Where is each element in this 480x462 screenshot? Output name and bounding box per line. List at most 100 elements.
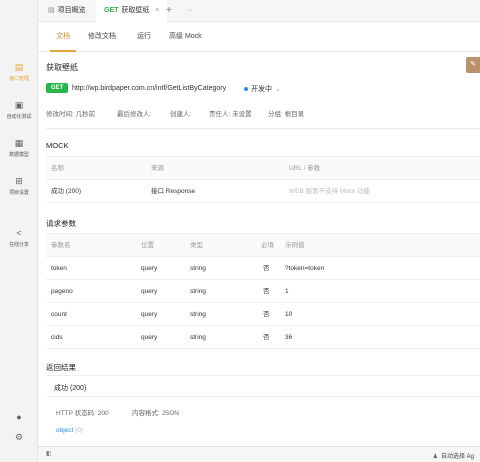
sidebar-item-autotest[interactable]: ▣ 自动化测试 <box>0 100 38 120</box>
bottom-status-bar: ◧ ♟ 自动选择 Ag <box>38 446 480 462</box>
subtab-edit-doc[interactable]: 修改文档 <box>88 22 116 52</box>
param-required: 否 <box>263 311 270 318</box>
column-header: 来源 <box>151 165 164 172</box>
subtab-label: 高级 Mock <box>169 33 202 40</box>
left-sidebar: ▤ 接口管理 ▣ 自动化测试 ▦ 数据模型 ⊞ 项目设置 < 在线分享 ● ⚙ <box>0 0 38 462</box>
divider <box>46 396 480 397</box>
sidebar-item-label: 自动化测试 <box>6 114 32 120</box>
more-icon: ··· <box>186 7 193 14</box>
add-tab-button[interactable]: + <box>166 0 172 22</box>
get-badge: GET <box>46 83 69 93</box>
api-method-badge: GET <box>46 83 69 93</box>
subtab-run[interactable]: 运行 <box>137 22 151 52</box>
plus-icon: + <box>166 5 172 16</box>
test-icon: ▣ <box>14 100 24 110</box>
subtab-label: 运行 <box>137 33 151 40</box>
meta-last-editor: 最后修改人: <box>117 111 152 118</box>
root-extra: {0} <box>75 427 84 434</box>
panel-toggle-icon[interactable]: ◧ <box>46 450 52 457</box>
params-section-title: 请求参数 <box>46 219 76 228</box>
response-section-title: 返回结果 <box>46 363 76 372</box>
doc-subtabs: 文档 修改文档 运行 高级 Mock <box>38 22 480 52</box>
params-table: 参数名 位置 类型 必填 示例值 token query string 否 ?t… <box>46 233 480 349</box>
action-button[interactable]: ✎ <box>466 57 480 73</box>
sidebar-item-label: 数据模型 <box>9 152 29 158</box>
param-location: query <box>141 288 158 295</box>
root-type: object <box>56 427 74 434</box>
column-header: 类型 <box>190 242 203 249</box>
http-status: HTTP 状态码: 200 <box>56 410 109 417</box>
settings-button[interactable]: ⚙ <box>0 432 38 444</box>
method-badge: GET <box>104 7 119 14</box>
api-doc-icon: ▤ <box>14 62 24 72</box>
column-header: 必填 <box>261 242 274 249</box>
table-row[interactable]: cids query string 否 36 <box>46 326 480 349</box>
api-url: http://wp.birdpaper.com.cn/intf/GetListB… <box>72 85 227 92</box>
tab-label: 项目概览 <box>57 7 86 14</box>
sidebar-item-project-settings[interactable]: ⊞ 项目设置 <box>0 176 38 196</box>
param-location: query <box>141 265 158 272</box>
param-type: string <box>190 334 206 341</box>
response-tab-success[interactable]: 成功 (200) <box>54 383 86 393</box>
mock-table: 名称 来源 URL / 参数 成功 (200) 接口 Response WEB … <box>46 156 480 203</box>
column-header: URL / 参数 <box>289 165 321 172</box>
table-header: 参数名 位置 类型 必填 示例值 <box>46 234 480 257</box>
sidebar-item-label: 在线分享 <box>9 242 29 248</box>
environment-label: 自动选择 Ag <box>440 454 474 460</box>
notification-button[interactable]: ● <box>0 412 38 424</box>
doc-icon: ▤ <box>48 7 55 14</box>
response-tab-label: 成功 (200) <box>54 385 87 392</box>
table-row[interactable]: 成功 (200) 接口 Response WEB 版暂不支持 Mock 功能 <box>46 180 480 203</box>
param-required: 否 <box>263 334 270 341</box>
param-example: ?token=token <box>285 265 325 272</box>
table-row[interactable]: count query string 否 10 <box>46 303 480 326</box>
subtab-label: 修改文档 <box>88 33 116 40</box>
column-header: 示例值 <box>285 242 305 249</box>
sidebar-item-api[interactable]: ▤ 接口管理 <box>0 62 38 82</box>
mock-source: 接口 Response <box>151 188 196 195</box>
sidebar-item-label: 项目设置 <box>9 190 29 196</box>
subtab-doc[interactable]: 文档 <box>50 22 76 52</box>
subtab-label: 文档 <box>56 33 70 40</box>
response-panel: 成功 (200) HTTP 状态码: 200 内容格式: JSON object… <box>46 375 480 447</box>
more-tabs-button[interactable]: ··· <box>186 0 193 22</box>
subtab-advanced-mock[interactable]: 高级 Mock <box>169 22 202 52</box>
response-root-node[interactable]: object {0} <box>56 427 83 434</box>
sidebar-item-label: 接口管理 <box>9 76 29 82</box>
param-example: 36 <box>285 334 293 341</box>
content-type: 内容格式: JSON <box>132 410 179 417</box>
param-required: 否 <box>263 265 270 272</box>
column-header: 名称 <box>51 165 64 172</box>
status-dot-icon <box>244 87 248 92</box>
param-example: 1 <box>285 288 289 295</box>
table-header: 名称 来源 URL / 参数 <box>46 157 480 180</box>
param-name: count <box>51 311 67 318</box>
param-required: 否 <box>263 288 270 295</box>
mock-name: 成功 (200) <box>51 188 81 195</box>
tab-project-overview[interactable]: ▤ 项目概览 <box>40 0 94 22</box>
meta-creator: 创建人: <box>170 111 192 118</box>
tab-get-wallpaper[interactable]: GET 获取壁纸 × <box>96 0 168 22</box>
param-name: pageno <box>51 288 73 295</box>
column-header: 参数名 <box>51 242 71 249</box>
meta-owner: 责任人: 未设置 <box>209 111 252 118</box>
tab-label: 获取壁纸 <box>121 7 150 14</box>
sidebar-item-models[interactable]: ▦ 数据模型 <box>0 138 38 158</box>
settings-box-icon: ⊞ <box>15 176 23 186</box>
param-name: token <box>51 265 67 272</box>
pencil-icon: ✎ <box>470 61 476 68</box>
person-icon: ♟ <box>432 454 438 460</box>
table-row[interactable]: token query string 否 ?token=token <box>46 257 480 280</box>
environment-selector[interactable]: ♟ 自动选择 Ag <box>433 451 474 460</box>
bell-icon: ● <box>16 412 22 422</box>
close-icon[interactable]: × <box>155 7 159 14</box>
status-label: 开发中 <box>251 86 272 93</box>
status-select[interactable]: 开发中 ⌄ <box>244 84 281 94</box>
sidebar-item-share[interactable]: < 在线分享 <box>0 228 38 248</box>
table-row[interactable]: pageno query string 否 1 <box>46 280 480 303</box>
mock-section-title: MOCK <box>46 141 69 150</box>
meta-modified-time: 修改时间: 几秒前 <box>46 111 96 118</box>
model-icon: ▦ <box>14 138 24 148</box>
page-title: 获取壁纸 <box>46 63 78 72</box>
share-icon: < <box>16 228 22 238</box>
